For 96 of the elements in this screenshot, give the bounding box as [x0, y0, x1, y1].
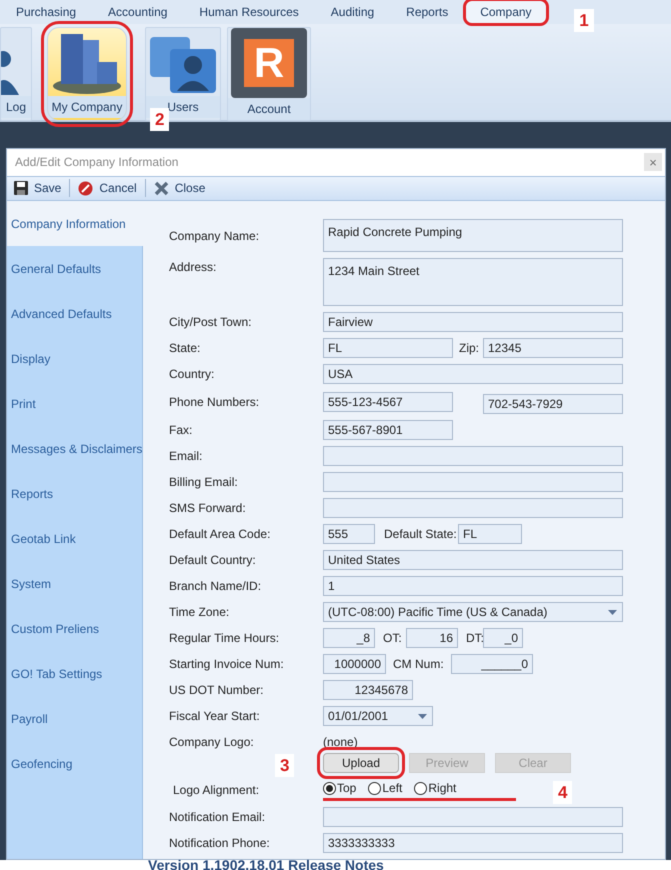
callout-number: 1 [574, 9, 594, 32]
sidebar-item[interactable]: Geofencing [7, 741, 142, 786]
field-label: Company Logo: [169, 734, 255, 751]
logo-letter: R [244, 39, 294, 87]
field-label: Notification Phone: [169, 835, 271, 852]
dropdown-arrow-icon [608, 610, 617, 614]
input-field[interactable]: 01/01/2001 [323, 706, 433, 726]
radio-option[interactable]: Left [368, 779, 402, 797]
field-label: CM Num: [392, 656, 445, 673]
field-label: Address: [169, 259, 218, 276]
sidebar-item[interactable]: Display [7, 336, 142, 381]
menu-tab[interactable]: Reports [392, 1, 462, 23]
sidebar-item[interactable]: Messages & Disclaimers [7, 426, 142, 471]
field-label: Default State: [383, 526, 458, 543]
radio-option[interactable]: Right [414, 779, 456, 797]
cancel-icon [78, 180, 94, 196]
input-field[interactable]: FL [458, 524, 522, 544]
input-field[interactable]: FL [323, 338, 453, 358]
field-label: US DOT Number: [169, 682, 264, 699]
field-label: Time Zone: [169, 604, 230, 621]
input-field[interactable]: United States [323, 550, 623, 570]
field-label: Country: [169, 366, 216, 383]
sidebar-item[interactable]: System [7, 561, 142, 606]
ribbon-button[interactable]: Log [0, 27, 32, 121]
toolbar-button[interactable]: Close [150, 177, 208, 200]
ribbon-button[interactable]: R Account [227, 27, 311, 121]
window-title: Add/Edit Company Information [15, 154, 178, 172]
sidebar-item[interactable]: Reports [7, 471, 142, 516]
input-field[interactable]: 3333333333 [323, 833, 623, 853]
field-label: SMS Forward: [169, 500, 247, 517]
sidebar-item[interactable]: Advanced Defaults [7, 291, 142, 336]
input-field[interactable]: _0 [483, 628, 523, 648]
field-label: State: [169, 340, 202, 357]
sidebar-item[interactable]: Custom Preliens [7, 606, 142, 651]
input-field[interactable]: 16 [406, 628, 458, 648]
input-field[interactable] [323, 807, 623, 827]
field-label: Logo Alignment: [172, 782, 260, 799]
radio-button[interactable] [323, 782, 336, 794]
save-icon [14, 181, 28, 196]
input-field[interactable]: _8 [323, 628, 375, 648]
input-field[interactable]: 1000000 [323, 654, 386, 674]
sidebar-item[interactable]: Payroll [7, 696, 142, 741]
logo-status: (none) [323, 734, 358, 751]
field-label: Branch Name/ID: [169, 578, 262, 595]
dropdown-arrow-icon [418, 714, 427, 718]
close-icon [154, 180, 169, 196]
menu-tab[interactable]: Human Resources [185, 1, 313, 23]
input-field[interactable]: 555-567-8901 [323, 420, 453, 440]
field-label: DT: [465, 630, 483, 647]
input-field[interactable]: 702-543-7929 [483, 394, 623, 414]
sidebar-item[interactable]: Company Information [7, 201, 143, 246]
radio-option[interactable]: Top [323, 779, 356, 797]
input-field[interactable]: Fairview [323, 312, 623, 332]
sidebar-item[interactable]: Geotab Link [7, 516, 142, 561]
input-field[interactable]: USA [323, 364, 623, 384]
callout-number: 2 [150, 108, 170, 131]
field-label: Default Country: [169, 552, 257, 569]
sidebar-item[interactable]: General Defaults [7, 246, 142, 291]
sidebar-item[interactable]: GO! Tab Settings [7, 651, 142, 696]
input-field[interactable]: ______0 [451, 654, 533, 674]
field-label: Zip: [458, 340, 480, 357]
menu-tab[interactable]: Company [466, 1, 546, 23]
menu-tab[interactable]: Accounting [94, 1, 182, 23]
input-field[interactable]: Rapid Concrete Pumping [323, 219, 623, 252]
field-label: Email: [169, 448, 204, 465]
toolbar-button[interactable]: Save [11, 177, 64, 200]
field-label: OT: [382, 630, 403, 647]
field-label: Fax: [169, 422, 194, 439]
field-label: Regular Time Hours: [169, 630, 280, 647]
radio-button[interactable] [414, 782, 428, 794]
input-field[interactable]: 12345678 [323, 680, 413, 700]
field-label: Billing Email: [169, 474, 239, 491]
input-field[interactable] [323, 472, 623, 492]
input-field[interactable] [323, 446, 623, 466]
close-button[interactable]: × [644, 153, 662, 172]
field-label: Company Name: [169, 228, 260, 244]
input-field[interactable]: 555 [323, 524, 375, 544]
field-label: City/Post Town: [169, 314, 252, 331]
menu-tab[interactable]: Auditing [316, 1, 388, 23]
callout-number: 4 [553, 781, 572, 804]
toolbar-button[interactable]: Cancel [75, 177, 140, 200]
radio-button[interactable] [368, 782, 382, 794]
menu-tab[interactable]: Purchasing [2, 1, 90, 23]
sidebar-item[interactable]: Print [7, 381, 142, 426]
field-label: Default Area Code: [169, 526, 272, 543]
field-label: Fiscal Year Start: [169, 708, 261, 725]
input-field[interactable]: (UTC-08:00) Pacific Time (US & Canada) [323, 602, 623, 622]
field-label: Starting Invoice Num: [169, 656, 285, 673]
input-field[interactable]: 12345 [483, 338, 623, 358]
input-field[interactable] [323, 498, 623, 518]
input-field[interactable]: 1234 Main Street [323, 258, 623, 306]
field-label: Notification Email: [169, 809, 266, 826]
input-field[interactable]: 555-123-4567 [323, 392, 453, 412]
input-field[interactable]: 1 [323, 576, 623, 596]
field-label: Phone Numbers: [169, 394, 260, 411]
callout-number: 3 [275, 754, 294, 777]
